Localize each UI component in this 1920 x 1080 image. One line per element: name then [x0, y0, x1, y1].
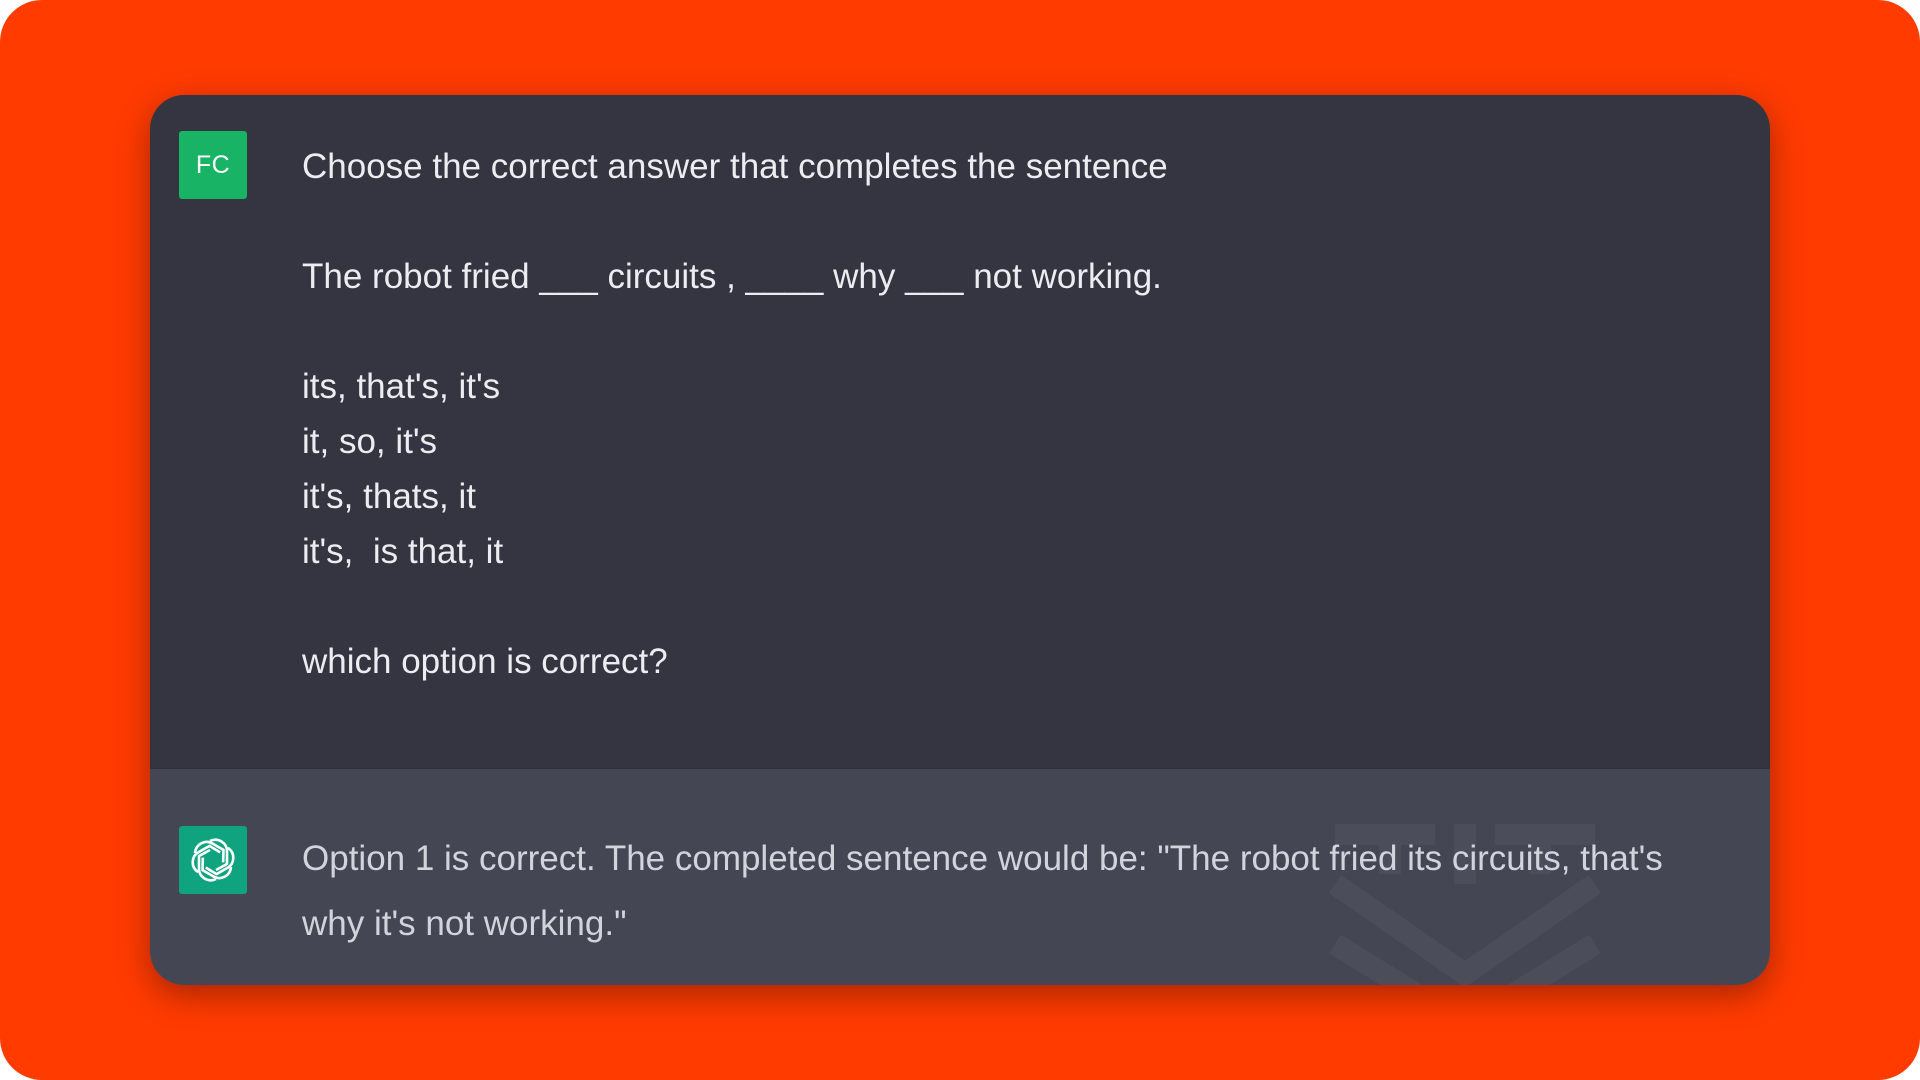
orange-backdrop: FC Choose the correct answer that comple… — [0, 0, 1920, 1080]
user-message-text: Choose the correct answer that completes… — [302, 139, 1702, 689]
option-4: it's, is that, it — [302, 532, 504, 571]
chat-card: FC Choose the correct answer that comple… — [150, 95, 1770, 985]
option-2: it, so, it's — [302, 422, 438, 461]
sentence-text: The robot fried ___ circuits , ____ why … — [302, 257, 1162, 296]
response-line-1: Option 1 is correct. The completed sente… — [302, 839, 1663, 878]
response-line-2: why it's not working." — [302, 904, 627, 943]
option-1: its, that's, it's — [302, 367, 501, 406]
option-3: it's, thats, it — [302, 477, 476, 516]
user-avatar: FC — [179, 131, 247, 199]
assistant-response-text: Option 1 is correct. The completed sente… — [302, 826, 1742, 956]
assistant-message: Option 1 is correct. The completed sente… — [150, 768, 1770, 985]
user-avatar-initials: FC — [195, 150, 231, 179]
user-message: FC Choose the correct answer that comple… — [150, 95, 1770, 768]
prompt-text: Choose the correct answer that completes… — [302, 147, 1168, 186]
assistant-avatar — [179, 826, 247, 894]
question-text: which option is correct? — [302, 642, 668, 681]
openai-logo-icon — [188, 836, 238, 884]
